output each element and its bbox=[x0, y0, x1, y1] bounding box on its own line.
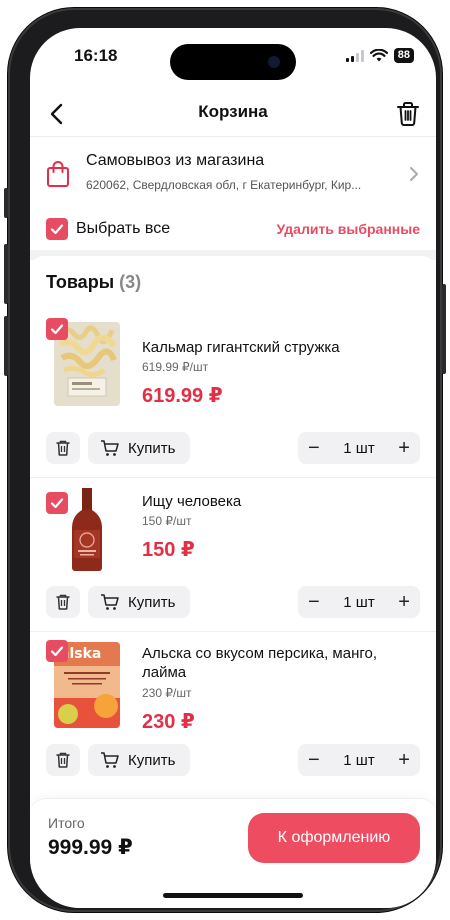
cart-icon bbox=[101, 440, 119, 456]
product-unit-price: 150 ₽/шт bbox=[142, 514, 192, 528]
quantity-stepper: − 1 шт + bbox=[298, 432, 420, 464]
item-checkbox[interactable] bbox=[46, 492, 68, 514]
trash-icon bbox=[56, 752, 70, 768]
select-all-label[interactable]: Выбрать все bbox=[76, 220, 170, 238]
volume-down-button bbox=[4, 316, 8, 376]
battery-icon: 88 bbox=[393, 48, 414, 63]
item-count: (3) bbox=[119, 272, 142, 292]
checkout-button[interactable]: К оформлению bbox=[248, 813, 420, 863]
dynamic-island bbox=[170, 44, 296, 80]
pickup-title: Самовывоз из магазина bbox=[86, 152, 265, 169]
wifi-icon bbox=[369, 49, 388, 62]
cellular-signal-icon bbox=[345, 49, 364, 62]
status-time: 16:18 bbox=[74, 46, 118, 65]
checkout-footer: Итого 999.99 ₽ К оформлению bbox=[30, 798, 436, 908]
screen: 16:18 88 Корзина Самовывоз из магазина 6… bbox=[30, 28, 436, 908]
increment-button[interactable]: + bbox=[398, 438, 410, 458]
header-divider bbox=[30, 136, 436, 137]
checkmark-icon bbox=[50, 498, 64, 509]
increment-button[interactable]: + bbox=[398, 750, 410, 770]
cart-icon bbox=[101, 752, 119, 768]
total-label: Итого bbox=[48, 815, 85, 831]
camera-icon bbox=[268, 56, 280, 68]
trash-icon bbox=[56, 440, 70, 456]
phone-frame: 16:18 88 Корзина Самовывоз из магазина 6… bbox=[4, 8, 446, 912]
checkmark-icon bbox=[50, 224, 64, 235]
buy-button[interactable]: Купить bbox=[88, 432, 190, 464]
shopping-bag-icon bbox=[47, 161, 69, 187]
product-price: 230 ₽ bbox=[142, 711, 195, 733]
quantity-value: 1 шт bbox=[343, 593, 375, 611]
remove-item-button[interactable] bbox=[46, 586, 80, 618]
status-bar: 16:18 88 bbox=[30, 28, 436, 82]
cart-item: Кальмар гигантский стружка 619.99 ₽/шт 6… bbox=[30, 312, 436, 464]
product-unit-price: 619.99 ₽/шт bbox=[142, 360, 209, 374]
product-name[interactable]: Альска со вкусом персика, манго, лайма bbox=[142, 644, 416, 682]
cart-item: Ищу человека 150 ₽/шт 150 ₽ Купить − 1 ш… bbox=[30, 478, 436, 630]
product-unit-price: 230 ₽/шт bbox=[142, 686, 192, 700]
total-value: 999.99 ₽ bbox=[48, 836, 133, 859]
item-checkbox[interactable] bbox=[46, 318, 68, 340]
buy-button[interactable]: Купить bbox=[88, 744, 190, 776]
chevron-right-icon bbox=[410, 167, 418, 181]
quantity-stepper: − 1 шт + bbox=[298, 744, 420, 776]
product-price: 619.99 ₽ bbox=[142, 385, 223, 407]
pickup-row[interactable]: Самовывоз из магазина 620062, Свердловск… bbox=[30, 146, 436, 206]
decrement-button[interactable]: − bbox=[308, 592, 320, 612]
decrement-button[interactable]: − bbox=[308, 438, 320, 458]
remove-item-button[interactable] bbox=[46, 744, 80, 776]
buy-label: Купить bbox=[128, 751, 176, 769]
buy-label: Купить bbox=[128, 593, 176, 611]
power-button bbox=[442, 284, 446, 374]
product-name[interactable]: Ищу человека bbox=[142, 492, 416, 511]
section-title: Товары (3) bbox=[46, 272, 141, 293]
section-title-text: Товары bbox=[46, 272, 115, 292]
select-all-checkbox[interactable] bbox=[46, 218, 68, 240]
quantity-value: 1 шт bbox=[343, 751, 375, 769]
buy-button[interactable]: Купить bbox=[88, 586, 190, 618]
remove-item-button[interactable] bbox=[46, 432, 80, 464]
page-title: Корзина bbox=[198, 102, 268, 121]
select-all-row: Выбрать все Удалить выбранные bbox=[30, 212, 436, 248]
product-price: 150 ₽ bbox=[142, 539, 195, 561]
silent-switch bbox=[4, 188, 8, 218]
cart-icon bbox=[101, 594, 119, 610]
buy-label: Купить bbox=[128, 439, 176, 457]
nav-header: Корзина bbox=[30, 92, 436, 136]
volume-up-button bbox=[4, 244, 8, 304]
item-checkbox[interactable] bbox=[46, 640, 68, 662]
cart-items-card: Товары (3) Кальмар гигантский стружка 61… bbox=[30, 256, 436, 808]
home-indicator[interactable] bbox=[163, 893, 303, 898]
increment-button[interactable]: + bbox=[398, 592, 410, 612]
cart-item: alska Альска со вкусом персика, манго, л… bbox=[30, 632, 436, 802]
quantity-value: 1 шт bbox=[343, 439, 375, 457]
delete-selected-link[interactable]: Удалить выбранные bbox=[276, 221, 420, 237]
trash-icon[interactable] bbox=[392, 98, 424, 130]
trash-icon bbox=[56, 594, 70, 610]
checkmark-icon bbox=[50, 646, 64, 657]
decrement-button[interactable]: − bbox=[308, 750, 320, 770]
pickup-address: 620062, Свердловская обл, г Екатеринбург… bbox=[86, 178, 362, 192]
product-name[interactable]: Кальмар гигантский стружка bbox=[142, 338, 416, 357]
status-icons: 88 bbox=[345, 48, 414, 63]
quantity-stepper: − 1 шт + bbox=[298, 586, 420, 618]
checkmark-icon bbox=[50, 324, 64, 335]
